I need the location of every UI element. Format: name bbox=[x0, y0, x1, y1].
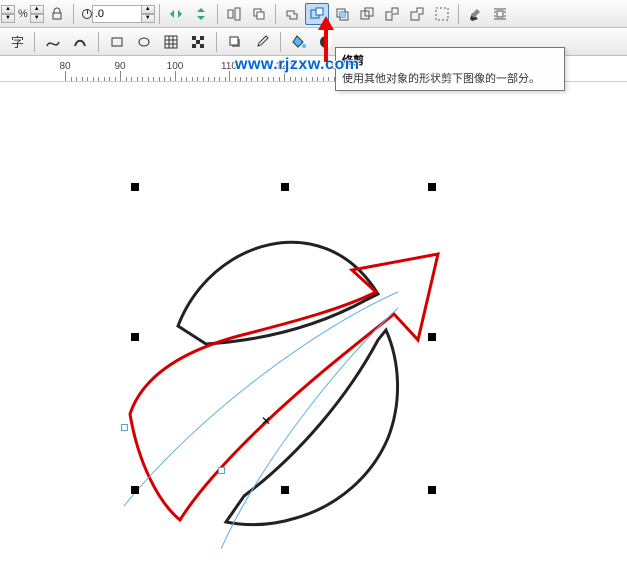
freehand-icon[interactable] bbox=[41, 31, 65, 53]
front-minus-back-icon[interactable] bbox=[380, 3, 404, 25]
drop-shadow-icon[interactable] bbox=[223, 31, 247, 53]
artistic-media-icon[interactable] bbox=[68, 31, 92, 53]
tooltip: 修剪 使用其他对象的形状剪下图像的一部分。 bbox=[335, 47, 565, 91]
lock-ratio-icon[interactable] bbox=[45, 3, 69, 25]
drawing-canvas[interactable]: ✕ bbox=[0, 82, 627, 575]
spinner[interactable]: ▲▼ bbox=[30, 5, 44, 23]
order-icon[interactable] bbox=[247, 3, 271, 25]
checker-icon[interactable] bbox=[186, 31, 210, 53]
ellipse-icon[interactable] bbox=[132, 31, 156, 53]
selection-handle[interactable] bbox=[131, 333, 139, 341]
selection-handle[interactable] bbox=[131, 183, 139, 191]
vector-artwork bbox=[0, 82, 627, 582]
svg-text:字: 字 bbox=[11, 35, 24, 50]
align-icon[interactable] bbox=[222, 3, 246, 25]
tooltip-desc: 使用其他对象的形状剪下图像的一部分。 bbox=[342, 70, 558, 86]
back-minus-front-icon[interactable] bbox=[405, 3, 429, 25]
angle-icon bbox=[82, 9, 92, 19]
selection-handle[interactable] bbox=[281, 486, 289, 494]
text-tool-icon[interactable]: 字 bbox=[4, 31, 28, 53]
selection-handle[interactable] bbox=[281, 183, 289, 191]
simplify-icon[interactable] bbox=[355, 3, 379, 25]
boundary-icon[interactable] bbox=[430, 3, 454, 25]
rotation-field[interactable]: ▲▼ bbox=[78, 5, 155, 23]
pen-outline-icon[interactable] bbox=[463, 3, 487, 25]
pattern-icon[interactable] bbox=[159, 31, 183, 53]
selection-handle[interactable] bbox=[428, 333, 436, 341]
annotation-arrow-icon bbox=[314, 14, 338, 64]
selection-handle[interactable] bbox=[428, 183, 436, 191]
fill-icon[interactable] bbox=[287, 31, 311, 53]
mirror-v-icon[interactable] bbox=[189, 3, 213, 25]
selection-center-icon: ✕ bbox=[261, 414, 271, 428]
dropper-icon[interactable] bbox=[250, 31, 274, 53]
bezier-node[interactable] bbox=[218, 467, 225, 474]
weld-icon[interactable] bbox=[280, 3, 304, 25]
wrap-text-icon[interactable] bbox=[488, 3, 512, 25]
selection-handle[interactable] bbox=[131, 486, 139, 494]
tooltip-title: 修剪 bbox=[342, 52, 558, 68]
rectangle-icon[interactable] bbox=[105, 31, 129, 53]
rotation-input[interactable] bbox=[92, 5, 142, 23]
bezier-node[interactable] bbox=[121, 424, 128, 431]
selection-handle[interactable] bbox=[428, 486, 436, 494]
spinner[interactable]: ▲▼ bbox=[1, 5, 15, 23]
mirror-h-icon[interactable] bbox=[164, 3, 188, 25]
percent-label: % bbox=[18, 8, 28, 20]
watermark: www.rjzxw.com bbox=[235, 56, 359, 74]
